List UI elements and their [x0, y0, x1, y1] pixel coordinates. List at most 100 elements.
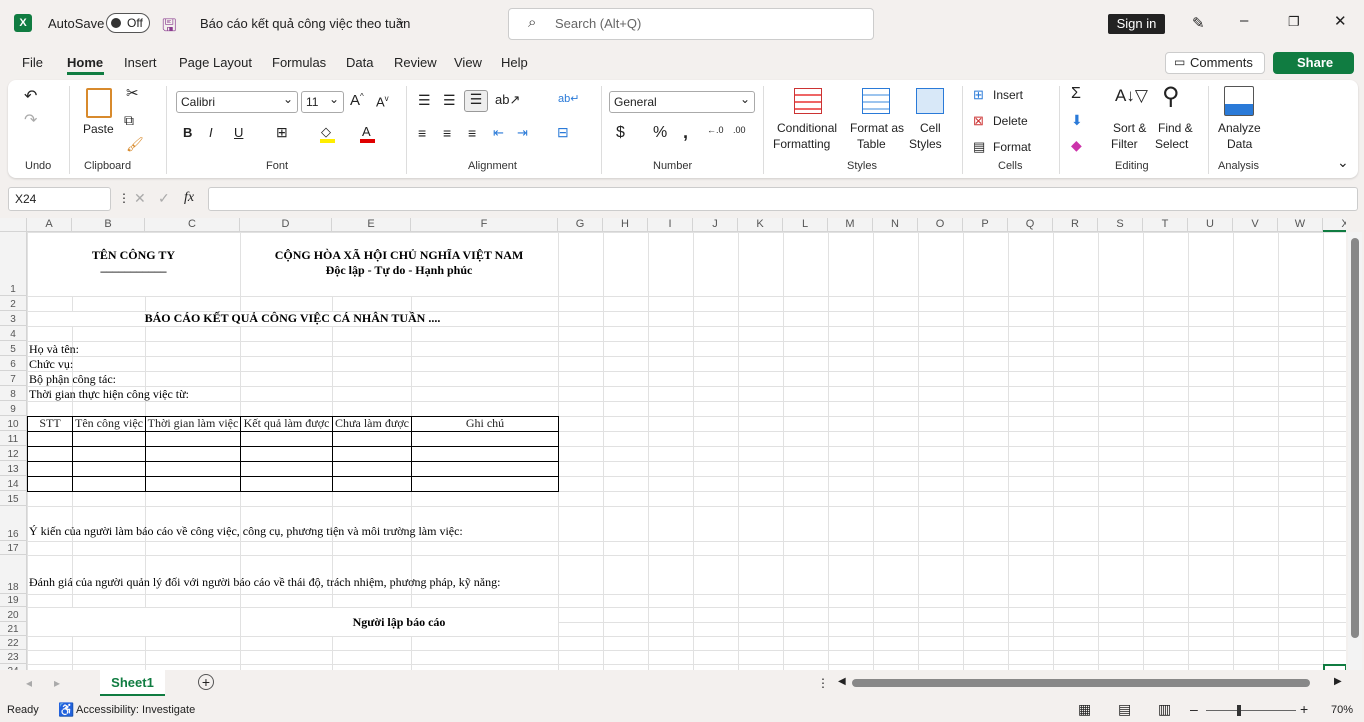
table-cell[interactable]: [240, 446, 333, 462]
row-header[interactable]: 15: [0, 491, 27, 506]
row-header[interactable]: 17: [0, 541, 27, 555]
tab-insert[interactable]: Insert: [124, 55, 157, 70]
cell-styles-line1[interactable]: Cell: [920, 121, 941, 135]
vertical-scrollbar[interactable]: [1348, 232, 1362, 670]
table-cell[interactable]: [27, 431, 73, 447]
align-left-icon[interactable]: ≡: [418, 125, 426, 141]
comma-style-icon[interactable]: ,: [683, 122, 688, 143]
copy-icon[interactable]: ⧉: [124, 112, 134, 129]
merge-center-icon[interactable]: ⊟: [557, 124, 569, 141]
column-header[interactable]: Q: [1008, 218, 1053, 232]
align-center-icon[interactable]: ≡: [443, 125, 451, 141]
row-header[interactable]: 16: [0, 506, 27, 541]
conditional-formatting-line1[interactable]: Conditional: [777, 121, 837, 135]
column-header[interactable]: S: [1098, 218, 1143, 232]
table-header-cell[interactable]: Tên công việc: [72, 416, 146, 432]
table-cell[interactable]: [145, 461, 241, 477]
table-cell[interactable]: [332, 446, 412, 462]
column-header[interactable]: A: [27, 218, 72, 232]
cancel-icon[interactable]: ✕: [134, 190, 146, 207]
column-header[interactable]: I: [648, 218, 693, 232]
table-cell[interactable]: [332, 461, 412, 477]
tab-formulas[interactable]: Formulas: [272, 55, 326, 70]
table-cell[interactable]: [411, 461, 559, 477]
tab-help[interactable]: Help: [501, 55, 528, 70]
table-cell[interactable]: [72, 461, 146, 477]
clear-icon[interactable]: ◆: [1071, 137, 1082, 154]
document-title[interactable]: Báo cáo kết quả công việc theo tuần: [200, 16, 410, 31]
orientation-icon[interactable]: ab↗: [495, 92, 520, 108]
row-header[interactable]: 9: [0, 401, 27, 416]
insert-button[interactable]: Insert: [993, 88, 1023, 102]
next-sheet-icon[interactable]: ▸: [54, 676, 60, 690]
row-header[interactable]: 10: [0, 416, 27, 431]
column-header[interactable]: T: [1143, 218, 1188, 232]
table-cell[interactable]: [27, 461, 73, 477]
sheet-tab-sheet1[interactable]: Sheet1: [100, 670, 165, 696]
table-cell[interactable]: [411, 431, 559, 447]
currency-icon[interactable]: $: [616, 124, 625, 142]
column-header[interactable]: D: [240, 218, 332, 232]
decrease-decimal-icon[interactable]: .00: [733, 125, 746, 135]
page-break-view-icon[interactable]: ▥: [1158, 701, 1171, 718]
fill-icon[interactable]: ⬇: [1071, 112, 1083, 129]
row-header[interactable]: 20: [0, 607, 27, 622]
table-cell[interactable]: [332, 476, 412, 492]
column-header[interactable]: B: [72, 218, 145, 232]
zoom-slider[interactable]: [1206, 710, 1296, 711]
column-header[interactable]: F: [411, 218, 558, 232]
decrease-indent-icon[interactable]: ⇤: [493, 125, 504, 141]
align-middle-icon[interactable]: ☰: [443, 92, 456, 109]
table-header-cell[interactable]: Ghi chú: [411, 416, 559, 432]
table-header-cell[interactable]: Kết quả làm được: [240, 416, 333, 432]
analyze-data-line2[interactable]: Data: [1227, 137, 1252, 151]
table-cell[interactable]: [27, 476, 73, 492]
autosum-icon[interactable]: Σ: [1071, 85, 1081, 103]
worksheet-grid[interactable]: A B C D E F G H I J K L M N O P Q R S T U V W X 1 2 3 4 5 6 7 8 9 10 11 12 1…: [0, 218, 1346, 670]
column-header[interactable]: P: [963, 218, 1008, 232]
close-button[interactable]: ✕: [1334, 12, 1347, 30]
find-select-line2[interactable]: Select: [1155, 137, 1188, 151]
table-cell[interactable]: [27, 446, 73, 462]
decrease-font-icon[interactable]: Av: [376, 94, 389, 109]
table-cell[interactable]: [145, 431, 241, 447]
increase-indent-icon[interactable]: ⇥: [517, 125, 528, 141]
sort-filter-line1[interactable]: Sort &: [1113, 121, 1146, 135]
cut-icon[interactable]: ✂: [126, 84, 139, 102]
increase-decimal-icon[interactable]: ←.0: [707, 125, 724, 135]
row-header[interactable]: 18: [0, 555, 27, 594]
chevron-down-icon[interactable]: ⌄: [396, 13, 406, 27]
number-format-dropdown[interactable]: General: [609, 89, 755, 113]
row-header[interactable]: 2: [0, 296, 27, 311]
row-header[interactable]: 14: [0, 476, 27, 491]
align-right-icon[interactable]: ≡: [468, 125, 476, 141]
column-header[interactable]: N: [873, 218, 918, 232]
column-header[interactable]: V: [1233, 218, 1278, 232]
font-name-dropdown[interactable]: Calibri: [176, 89, 298, 113]
tab-file[interactable]: File: [22, 55, 43, 70]
maximize-button[interactable]: ❐: [1288, 14, 1300, 30]
column-header[interactable]: R: [1053, 218, 1098, 232]
row-header[interactable]: 23: [0, 650, 27, 664]
sort-filter-line2[interactable]: Filter: [1111, 137, 1138, 151]
redo-icon[interactable]: ↷: [24, 110, 37, 130]
table-cell[interactable]: [145, 446, 241, 462]
format-button[interactable]: Format: [993, 140, 1031, 154]
table-header-cell[interactable]: STT: [27, 416, 73, 432]
paste-icon[interactable]: [86, 88, 112, 118]
scroll-right-icon[interactable]: ▶: [1334, 676, 1342, 687]
column-header[interactable]: K: [738, 218, 783, 232]
table-cell[interactable]: [411, 446, 559, 462]
minimize-button[interactable]: –: [1240, 12, 1248, 29]
row-header[interactable]: 3: [0, 311, 27, 326]
table-cell[interactable]: [240, 431, 333, 447]
select-all-corner[interactable]: [0, 218, 27, 232]
column-header[interactable]: W: [1278, 218, 1323, 232]
autosave-toggle[interactable]: Off: [106, 13, 150, 33]
column-header[interactable]: H: [603, 218, 648, 232]
column-header[interactable]: E: [332, 218, 411, 232]
search-box[interactable]: Search (Alt+Q): [508, 8, 874, 40]
percent-icon[interactable]: %: [653, 124, 667, 142]
font-color-icon[interactable]: A: [362, 124, 371, 139]
column-header[interactable]: L: [783, 218, 828, 232]
